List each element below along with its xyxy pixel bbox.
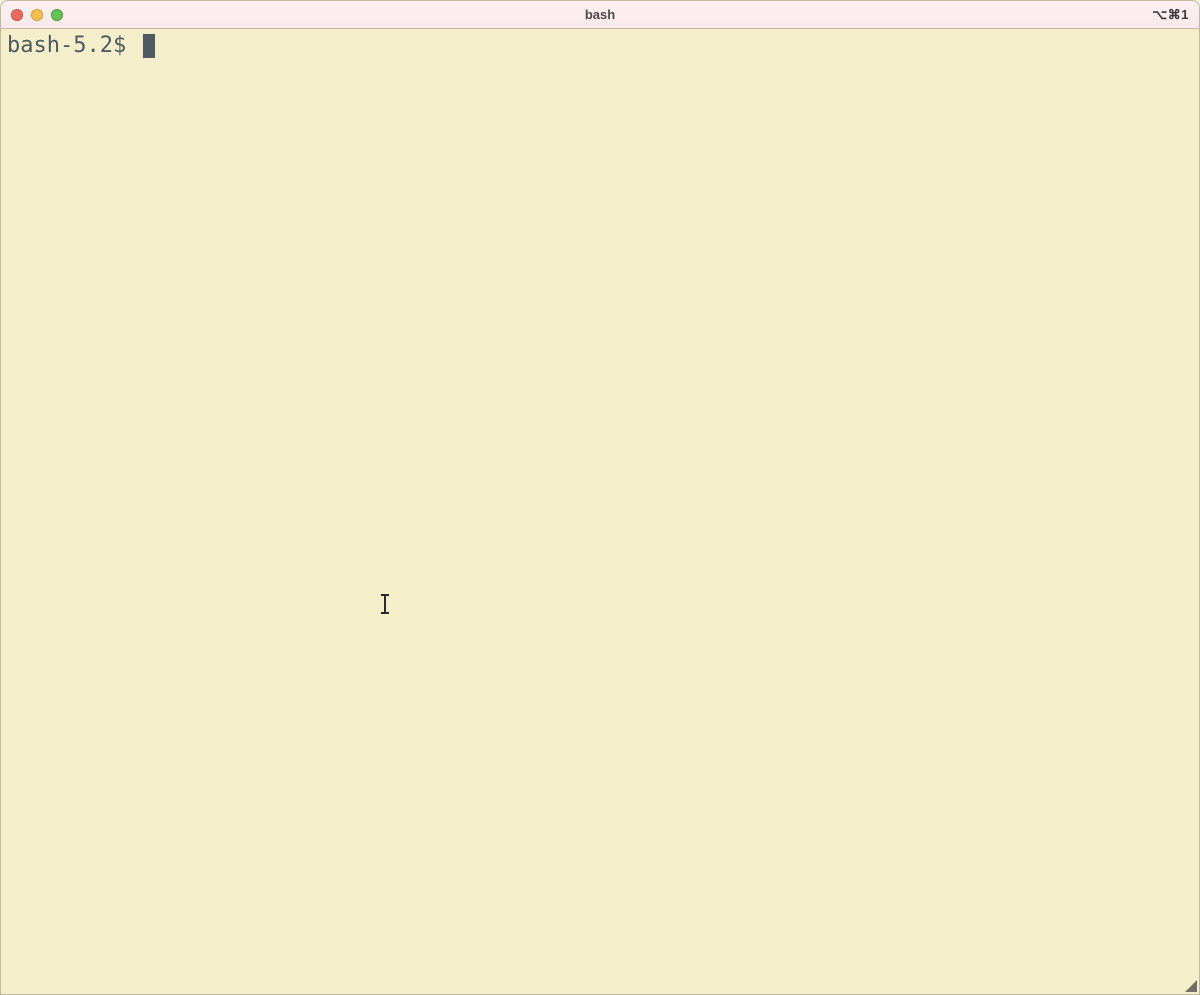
terminal-body[interactable]: bash-5.2$ (1, 29, 1199, 994)
text-cursor (143, 34, 155, 58)
minimize-button[interactable] (31, 9, 43, 21)
shell-prompt: bash-5.2$ (7, 33, 139, 58)
window-shortcut-indicator: ⌥⌘1 (1152, 7, 1189, 23)
titlebar[interactable]: bash ⌥⌘1 (1, 1, 1199, 29)
terminal-window: bash ⌥⌘1 bash-5.2$ (0, 0, 1200, 995)
traffic-lights (1, 9, 63, 21)
resize-handle-icon[interactable] (1185, 980, 1197, 992)
close-button[interactable] (11, 9, 23, 21)
window-title: bash (585, 7, 615, 22)
mouse-ibeam-cursor-icon (384, 595, 386, 613)
prompt-line: bash-5.2$ (7, 33, 1193, 58)
zoom-button[interactable] (51, 9, 63, 21)
